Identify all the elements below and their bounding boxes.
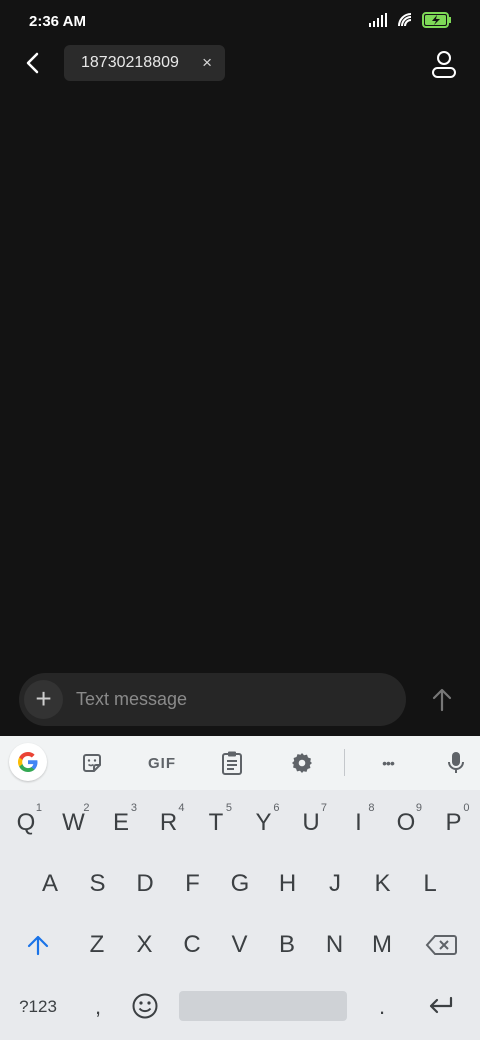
key-a[interactable]: A [26, 859, 74, 909]
key-number-hint: 6 [273, 802, 280, 814]
key-l[interactable]: L [406, 859, 454, 909]
gif-button[interactable]: GIF [140, 747, 184, 779]
key-label: E [112, 809, 129, 836]
toolbar-divider [344, 749, 345, 776]
key-m[interactable]: M [358, 920, 406, 970]
status-time: 2:36 AM [29, 13, 86, 30]
key-o[interactable]: O9 [382, 798, 430, 848]
key-row-3: ZXCVBNM [0, 920, 480, 970]
key-label: P [445, 809, 462, 836]
key-number-hint: 7 [320, 802, 327, 814]
key-t[interactable]: T5 [192, 798, 240, 848]
period-key[interactable]: . [360, 992, 404, 1022]
key-y[interactable]: Y6 [240, 798, 288, 848]
key-number-hint: 3 [130, 802, 137, 814]
clipboard-icon[interactable] [216, 747, 248, 779]
wifi-icon [398, 13, 412, 27]
symbols-key[interactable]: ?123 [12, 992, 64, 1022]
key-z[interactable]: Z [73, 920, 121, 970]
key-label: T [208, 809, 224, 836]
sticker-icon[interactable] [76, 747, 108, 779]
key-label: Q [16, 809, 36, 836]
space-key[interactable] [179, 991, 347, 1021]
recipient-number: 18730218809 [81, 54, 179, 71]
key-number-hint: 9 [415, 802, 422, 814]
key-n[interactable]: N [311, 920, 359, 970]
remove-recipient-icon[interactable]: × [202, 53, 212, 73]
key-p[interactable]: P0 [430, 798, 478, 848]
key-f[interactable]: F [169, 859, 217, 909]
key-number-hint: 4 [178, 802, 185, 814]
add-attachment-button[interactable]: + [24, 680, 63, 719]
send-arrow-icon[interactable] [428, 686, 456, 714]
key-b[interactable]: B [263, 920, 311, 970]
key-number-hint: 5 [225, 802, 232, 814]
key-label: U [302, 809, 320, 836]
status-icons [368, 12, 452, 28]
key-v[interactable]: V [216, 920, 264, 970]
keyboard-toolbar: GIF ••• [0, 736, 480, 790]
backspace-key-icon[interactable] [425, 934, 457, 956]
key-u[interactable]: U7 [287, 798, 335, 848]
key-e[interactable]: E3 [97, 798, 145, 848]
key-c[interactable]: C [168, 920, 216, 970]
key-number-hint: 1 [35, 802, 42, 814]
key-row-1: Q1W2E3R4T5Y6U7I8O9P0 [0, 798, 480, 848]
key-g[interactable]: G [216, 859, 264, 909]
back-arrow-icon[interactable] [18, 48, 48, 78]
enter-key-icon[interactable] [427, 994, 455, 1018]
text-message-input[interactable]: Text message [76, 689, 187, 710]
key-label: R [159, 809, 178, 836]
signal-icon [369, 13, 387, 27]
recipient-chip[interactable]: 18730218809 × [64, 45, 225, 81]
emoji-icon[interactable] [131, 992, 159, 1020]
key-j[interactable]: J [311, 859, 359, 909]
microphone-icon[interactable] [442, 747, 470, 779]
status-bar: 2:36 AM [0, 0, 480, 44]
key-number-hint: 0 [463, 802, 470, 814]
contact-icon[interactable] [430, 49, 458, 79]
key-label: I [355, 809, 362, 836]
keyboard: GIF ••• Q1W2E3R4T5Y6U7I8O9P0 ASDFGHJKL Z… [0, 736, 480, 1040]
message-composer: + Text message [19, 673, 406, 726]
shift-key-icon[interactable] [26, 934, 50, 956]
key-d[interactable]: D [121, 859, 169, 909]
key-x[interactable]: X [121, 920, 169, 970]
key-r[interactable]: R4 [145, 798, 193, 848]
key-h[interactable]: H [264, 859, 312, 909]
key-s[interactable]: S [74, 859, 122, 909]
conversation-header: 18730218809 × [0, 44, 480, 84]
more-options-icon[interactable]: ••• [372, 747, 404, 779]
settings-gear-icon[interactable] [286, 747, 318, 779]
key-row-2: ASDFGHJKL [0, 859, 480, 909]
key-label: Y [255, 809, 272, 836]
key-w[interactable]: W2 [50, 798, 98, 848]
key-label: O [396, 809, 416, 836]
comma-key[interactable]: , [76, 992, 120, 1022]
key-i[interactable]: I8 [335, 798, 383, 848]
google-icon[interactable] [9, 743, 47, 781]
key-label: W [62, 809, 85, 836]
key-number-hint: 2 [83, 802, 90, 814]
battery-charging-icon [422, 12, 451, 28]
key-q[interactable]: Q1 [2, 798, 50, 848]
key-number-hint: 8 [368, 802, 375, 814]
key-k[interactable]: K [359, 859, 407, 909]
